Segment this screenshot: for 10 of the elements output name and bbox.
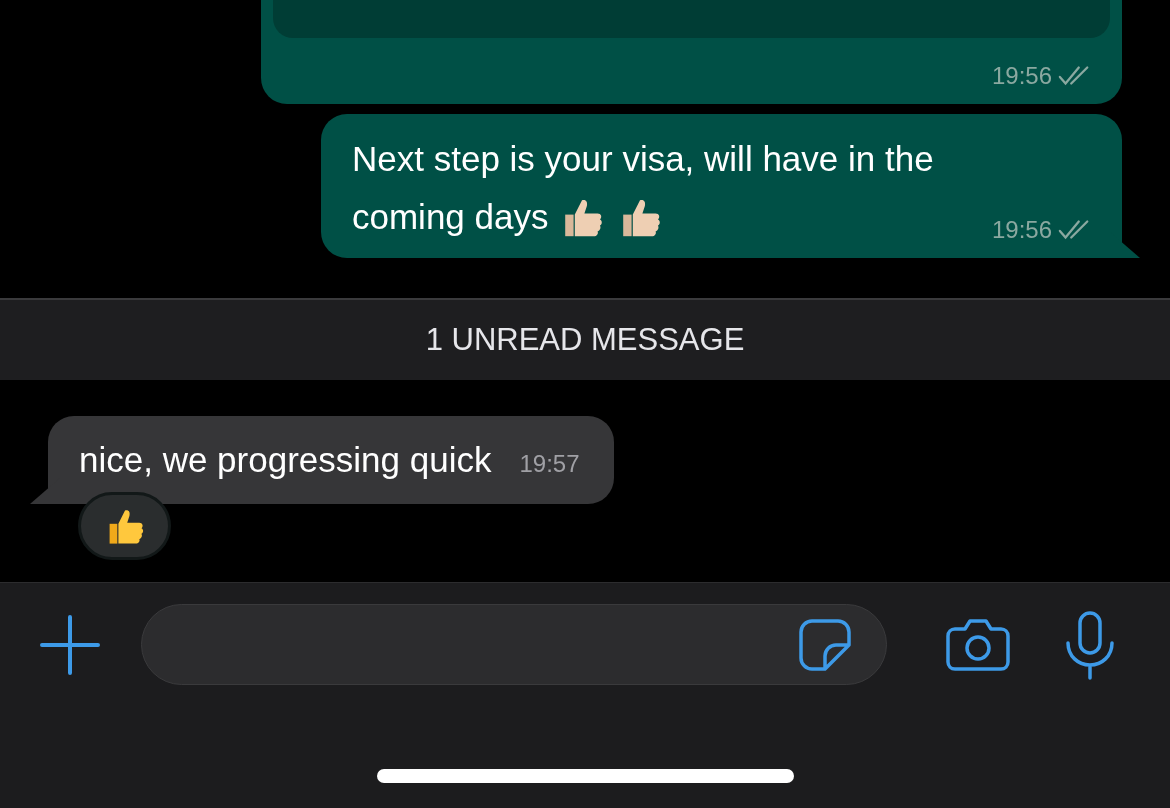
message-time: 19:57 (519, 450, 580, 478)
message-text: nice, we progressing quick (79, 439, 492, 481)
message-time: 19:56 (991, 62, 1052, 90)
sticker-icon[interactable] (798, 617, 852, 672)
message-time: 19:56 (991, 216, 1052, 244)
message-text: Next step is your visa, will have in the (352, 138, 934, 180)
camera-icon[interactable] (945, 616, 1011, 673)
plus-icon[interactable] (40, 614, 100, 675)
message-text: coming days (352, 196, 549, 238)
unread-label: 1 UNREAD MESSAGE (425, 322, 745, 358)
